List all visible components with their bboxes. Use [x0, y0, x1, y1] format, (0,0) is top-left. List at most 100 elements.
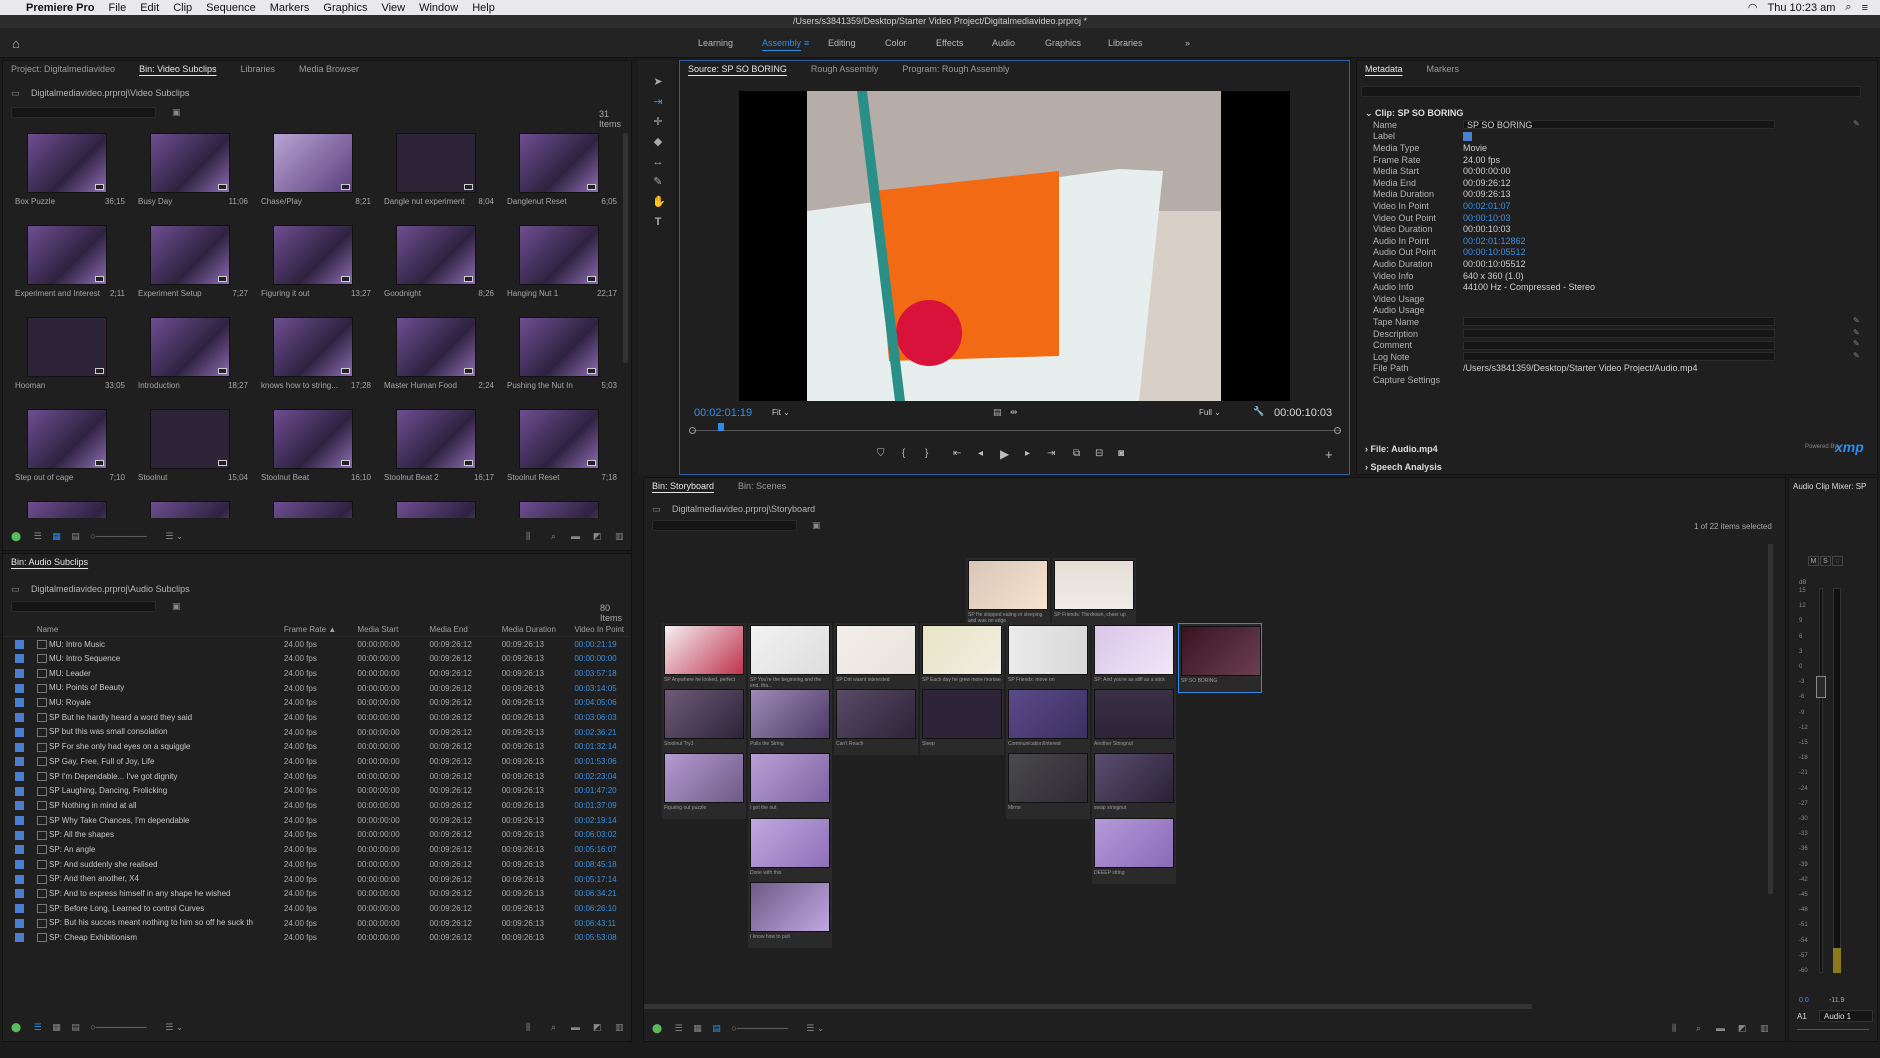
cell-video-in-point[interactable]: 00:02:23:04: [570, 769, 628, 784]
storyboard-tile[interactable]: swap stringnut: [1092, 751, 1176, 819]
tab-project[interactable]: Project: Digitalmediavideo: [11, 64, 115, 74]
clip-thumbnail[interactable]: Danglenut Reset 6;05: [507, 133, 617, 206]
metadata-field[interactable]: [1463, 340, 1775, 350]
file-header[interactable]: › File: Audio.mp4: [1365, 444, 1438, 454]
metadata-row[interactable]: Description: [1373, 328, 1783, 340]
icon-view-icon[interactable]: ▦: [693, 1023, 702, 1033]
label-swatch[interactable]: [15, 771, 24, 781]
automate-icon[interactable]: ⫼: [526, 531, 530, 542]
wrench-icon[interactable]: 🔧: [1253, 406, 1264, 417]
table-row[interactable]: SP: Cheap Exhibitionism 24.00 fps 00:00:00…: [3, 930, 628, 945]
tab-scenes[interactable]: Bin: Scenes: [738, 481, 786, 491]
menu-window[interactable]: Window: [419, 2, 458, 14]
metadata-row[interactable]: Audio Usage: [1373, 305, 1783, 317]
label-swatch[interactable]: [15, 669, 24, 679]
clip-thumbnail[interactable]: Stoolnut Beat 16;10: [261, 409, 371, 482]
mute-button[interactable]: M: [1808, 556, 1819, 566]
folder-new-icon[interactable]: ▬: [571, 531, 580, 541]
metadata-row[interactable]: Video Info 640 x 360 (1.0): [1373, 270, 1783, 282]
table-row[interactable]: SP but this was small consolation 24.00 f…: [3, 725, 628, 740]
cell-video-in-point[interactable]: 00:06:43:11: [570, 916, 628, 931]
table-row[interactable]: SP Laughing, Dancing, Frolicking 24.00 fp…: [3, 784, 628, 799]
trash-icon[interactable]: ▥: [1760, 1023, 1769, 1034]
lock-icon[interactable]: ⬤: [11, 531, 21, 541]
storyboard-tile[interactable]: SP Each day he grew more morose: [920, 623, 1004, 691]
clip-thumbnail[interactable]: Step out of cage 7;10: [15, 409, 125, 482]
folder-new-icon[interactable]: ▬: [571, 1022, 580, 1032]
clip-thumbnail[interactable]: Hooman 33;05: [15, 317, 125, 390]
storyboard-tile[interactable]: SP Anywhere he looked, perfect: [662, 623, 746, 691]
list-view-icon[interactable]: ☰: [34, 531, 42, 541]
storyboard-tile[interactable]: SP You're the beginning and the end, tha…: [748, 623, 832, 691]
ws-assembly[interactable]: Assembly: [762, 38, 801, 48]
menu-sequence[interactable]: Sequence: [206, 2, 256, 14]
metadata-row[interactable]: Audio Info 44100 Hz - Compressed - Stereo: [1373, 281, 1783, 293]
metadata-field[interactable]: [1463, 352, 1775, 362]
table-row[interactable]: SP Nothing in mind at all 24.00 fps 00:00:…: [3, 798, 628, 813]
label-swatch[interactable]: [15, 889, 24, 899]
clip-thumbnail[interactable]: Stoolnut 15;04: [138, 409, 248, 482]
cell-video-in-point[interactable]: 00:05:53:08: [570, 930, 628, 945]
sort-icon[interactable]: ☰ ⌄: [806, 1023, 824, 1033]
clip-thumbnail[interactable]: Introduction 18;27: [138, 317, 248, 390]
icon-view-icon[interactable]: ▦: [52, 1022, 61, 1032]
col-frame-rate[interactable]: Frame Rate ▲: [279, 622, 354, 638]
zoom-handle-left[interactable]: [689, 427, 696, 434]
clip-thumbnail[interactable]: [261, 501, 361, 518]
clock[interactable]: Thu 10:23 am: [1768, 2, 1836, 14]
clip-header[interactable]: ⌄ Clip: SP SO BORING: [1365, 108, 1463, 119]
metadata-row[interactable]: Label: [1373, 131, 1783, 143]
col-media-end[interactable]: Media End: [425, 622, 498, 638]
new-item-icon[interactable]: ◩: [1738, 1023, 1747, 1034]
tab-video-subclips[interactable]: Bin: Video Subclips: [139, 64, 216, 74]
metadata-row[interactable]: Video In Point 00:02:01:07: [1373, 200, 1783, 212]
cell-video-in-point[interactable]: 00:01:32:14: [570, 740, 628, 755]
clip-thumbnail[interactable]: Busy Day 11;06: [138, 133, 248, 206]
search-input[interactable]: [11, 107, 156, 118]
record-button[interactable]: ○: [1832, 556, 1843, 566]
cell-video-in-point[interactable]: 00:05:17:14: [570, 872, 628, 887]
label-swatch[interactable]: [15, 801, 24, 811]
label-swatch[interactable]: [15, 786, 24, 796]
tab-markers[interactable]: Markers: [1427, 64, 1460, 74]
metadata-field[interactable]: SP SO BORING: [1463, 120, 1775, 130]
metadata-row[interactable]: Audio Duration 00:00:10:05512: [1373, 258, 1783, 270]
trash-icon[interactable]: ▥: [615, 1022, 624, 1033]
table-row[interactable]: SP: But his succes meant nothing to him …: [3, 916, 628, 931]
storyboard-tile[interactable]: SP Friends: Thirdrown, cheer up: [1052, 558, 1136, 626]
find-icon[interactable]: ⌕: [551, 531, 556, 542]
speech-analysis-header[interactable]: › Speech Analysis: [1365, 462, 1442, 472]
label-swatch[interactable]: [15, 654, 24, 664]
razor-tool-icon[interactable]: ◆: [652, 136, 664, 148]
scrub-bar[interactable]: [692, 430, 1340, 431]
zoom-slider[interactable]: ○────────: [90, 1022, 146, 1032]
edit-icon[interactable]: ✎: [1853, 316, 1860, 325]
table-row[interactable]: SP: Before Long, Learned to control Curv…: [3, 901, 628, 916]
cell-video-in-point[interactable]: 00:01:53:06: [570, 754, 628, 769]
label-swatch[interactable]: [15, 683, 24, 693]
folder-new-icon[interactable]: ▬: [1716, 1023, 1725, 1033]
icon-view-icon[interactable]: ▦: [52, 531, 61, 541]
clip-thumbnail[interactable]: Pushing the Nut In 5;03: [507, 317, 617, 390]
mark-out-icon[interactable]: }: [925, 448, 928, 459]
video-frame[interactable]: [739, 91, 1290, 401]
menu-file[interactable]: File: [108, 2, 126, 14]
scrollbar[interactable]: [623, 133, 628, 363]
storyboard-tile[interactable]: Pulls the String: [748, 687, 832, 755]
clip-thumbnail[interactable]: [384, 501, 484, 518]
fader-track[interactable]: [1819, 588, 1823, 973]
fader-value[interactable]: 0.0: [1799, 997, 1809, 1004]
tab-rough-assembly[interactable]: Rough Assembly: [811, 64, 879, 74]
step-back-icon[interactable]: ◂: [978, 448, 983, 459]
add-marker-icon[interactable]: ⛉: [877, 448, 885, 459]
table-row[interactable]: SP Gay, Free, Full of Joy, Life 24.00 fps…: [3, 754, 628, 769]
label-swatch[interactable]: [15, 933, 24, 943]
table-row[interactable]: SP: And suddenly she realised 24.00 fps 00…: [3, 857, 628, 872]
clip-thumbnail[interactable]: [15, 501, 115, 518]
storyboard-tile[interactable]: Figuring out puzzle: [662, 751, 746, 819]
metadata-row[interactable]: Video Out Point 00:00:10:03: [1373, 212, 1783, 224]
metadata-row[interactable]: Log Note: [1373, 351, 1783, 363]
storyboard-tile[interactable]: SP SO BORING: [1178, 623, 1262, 693]
metadata-row[interactable]: Tape Name: [1373, 316, 1783, 328]
go-to-out-icon[interactable]: ⇥: [1047, 448, 1055, 459]
